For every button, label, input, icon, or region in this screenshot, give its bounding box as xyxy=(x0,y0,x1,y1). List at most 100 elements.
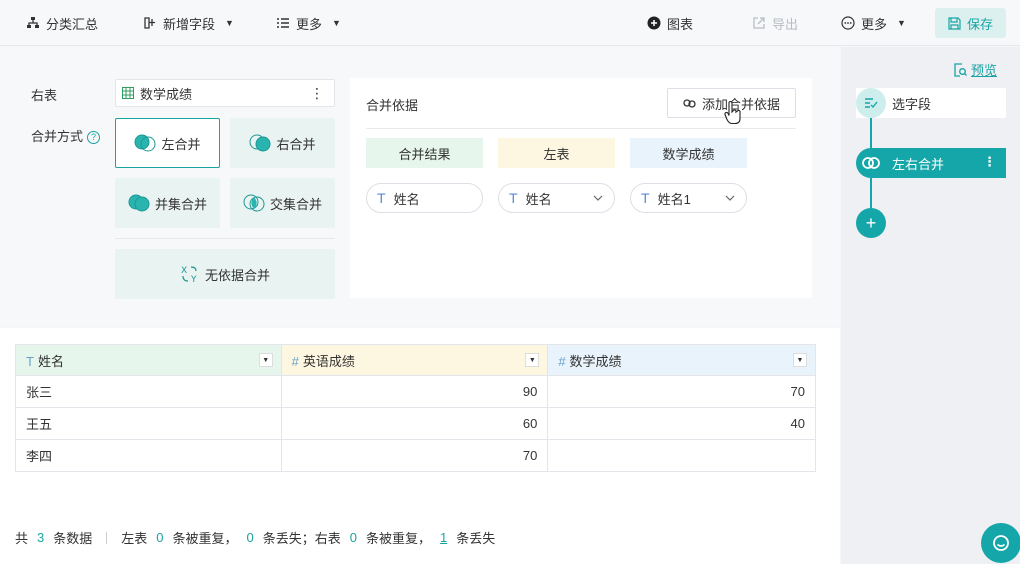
text-type-icon: T xyxy=(641,190,650,206)
summary-left-table: 左表 xyxy=(121,531,148,546)
steps-sidebar xyxy=(841,47,1020,564)
column-header-label: 英语成绩 xyxy=(302,353,355,369)
chart-label: 图表 xyxy=(667,16,694,32)
merge-result-field-value: 姓名 xyxy=(393,191,420,207)
step-left-right-merge[interactable]: 左右合并 ⋮ xyxy=(856,148,1006,178)
step-select-label: 选字段 xyxy=(892,96,932,112)
step-merge-label: 左右合并 xyxy=(892,156,945,172)
right-table-select[interactable]: 数学成绩 ⋮ xyxy=(115,79,335,107)
svg-text:X: X xyxy=(181,266,187,276)
basis-divider xyxy=(366,128,796,129)
table-cell[interactable]: 张三 xyxy=(15,375,282,408)
data-grid: T 姓名 ▼ # 英语成绩 ▼ # 数学成绩 ▼ 张三 90 70 王五 60 40 李四 … xyxy=(15,344,816,472)
left-table-column-header: 左表 xyxy=(498,138,615,168)
right-table-label: 右表 xyxy=(31,88,58,103)
preview-label: 预览 xyxy=(971,63,998,78)
add-field-button[interactable]: 新增字段 ▼ xyxy=(143,0,234,46)
column-header-label: 姓名 xyxy=(37,353,64,369)
dropdown-icon[interactable]: ▼ xyxy=(525,353,540,367)
union-merge-label: 并集合并 xyxy=(154,196,207,212)
toolbar: 分类汇总 新增字段 ▼ 更多 ▼ 图表 导出 更多 ▼ 保存 xyxy=(0,0,1020,46)
summary-total-suffix: 条数据 xyxy=(53,531,93,546)
intersect-merge-label: 交集合并 xyxy=(269,196,322,212)
summary-prefix: 共 xyxy=(15,531,29,546)
chevron-down-icon xyxy=(593,195,603,201)
chevron-down-icon xyxy=(725,195,735,201)
right-merge-icon xyxy=(249,134,271,152)
add-field-icon xyxy=(144,17,155,29)
table-cell[interactable]: 70 xyxy=(280,439,549,472)
export-button[interactable]: 导出 xyxy=(752,0,798,46)
intersect-merge-button[interactable]: 交集合并 xyxy=(230,178,335,228)
left-merge-icon xyxy=(134,134,156,152)
table-cell[interactable]: 王五 xyxy=(15,407,282,440)
text-type-icon: T xyxy=(26,353,34,369)
mode-divider xyxy=(115,238,335,239)
export-icon xyxy=(753,17,765,29)
group-summary-button[interactable]: 分类汇总 xyxy=(26,0,98,46)
column-header-name[interactable]: T 姓名 ▼ xyxy=(15,344,282,376)
right-merge-button[interactable]: 右合并 xyxy=(230,118,335,168)
preview-icon xyxy=(954,62,967,77)
union-merge-icon xyxy=(128,194,150,212)
no-basis-merge-button[interactable]: XY 无依据合并 xyxy=(115,249,335,299)
dropdown-icon[interactable]: ▼ xyxy=(793,353,807,367)
table-cell[interactable]: 40 xyxy=(547,407,816,440)
svg-text:Y: Y xyxy=(190,275,197,284)
table-row: 李四 70 xyxy=(15,439,816,472)
right-field-value: 姓名1 xyxy=(657,191,691,207)
table-cell[interactable]: 90 xyxy=(280,375,549,408)
caret-down-icon: ▼ xyxy=(332,18,341,28)
table-row: 王五 60 40 xyxy=(15,407,816,440)
no-basis-merge-icon: XY xyxy=(181,266,197,284)
table-cell[interactable]: 李四 xyxy=(15,439,282,472)
table-cell[interactable]: 60 xyxy=(280,407,549,440)
summary-divider xyxy=(106,531,108,544)
chat-icon xyxy=(993,535,1009,551)
save-icon xyxy=(948,16,961,30)
merge-summary: 共 3 条数据 左表 0 条被重复， 0 条丢失；右表 0 条被重复， 1 条丢… xyxy=(15,528,495,547)
more-left-button[interactable]: 更多 ▼ xyxy=(276,0,341,46)
plus-icon: + xyxy=(865,212,877,233)
left-merge-button[interactable]: 左合并 xyxy=(115,118,220,168)
table-cell[interactable]: 70 xyxy=(547,375,816,408)
more-left-label: 更多 xyxy=(296,16,323,32)
number-type-icon: # xyxy=(558,353,566,369)
merge-result-field-input[interactable]: T 姓名 xyxy=(366,183,483,213)
no-basis-merge-label: 无依据合并 xyxy=(204,267,270,283)
more-right-label: 更多 xyxy=(861,16,888,32)
kebab-menu-icon[interactable]: ⋮ xyxy=(983,154,996,170)
hand-cursor-icon xyxy=(724,101,741,125)
right-field-select[interactable]: T 姓名1 xyxy=(630,183,747,213)
add-step-button[interactable]: + xyxy=(856,208,886,238)
summary-dup-text: 条被重复， xyxy=(172,531,238,546)
summary-left-lost: 0 xyxy=(246,530,254,545)
help-icon[interactable]: ? xyxy=(87,130,101,144)
caret-down-icon: ▼ xyxy=(225,18,234,28)
preview-link[interactable]: 预览 xyxy=(953,60,997,79)
dropdown-icon[interactable]: ▼ xyxy=(258,353,273,367)
left-field-select[interactable]: T 姓名 xyxy=(498,183,615,213)
kebab-menu-icon[interactable]: ⋮ xyxy=(310,85,324,101)
column-header-english[interactable]: # 英语成绩 ▼ xyxy=(280,344,549,376)
summary-left-dup: 0 xyxy=(156,530,164,545)
number-type-icon: # xyxy=(291,353,299,369)
select-fields-icon xyxy=(856,88,886,118)
table-row: 张三 90 70 xyxy=(15,375,816,408)
merge-basis-title: 合并依据 xyxy=(366,98,419,113)
union-merge-button[interactable]: 并集合并 xyxy=(115,178,220,228)
column-header-math[interactable]: # 数学成绩 ▼ xyxy=(547,344,816,376)
step-select-fields[interactable]: 选字段 xyxy=(856,88,1006,118)
more-right-button[interactable]: 更多 ▼ xyxy=(841,0,906,46)
ellipsis-circle-icon xyxy=(841,16,855,30)
summary-right-lost[interactable]: 1 xyxy=(440,530,447,545)
summary-right-dup: 0 xyxy=(349,530,358,545)
chart-button[interactable]: 图表 xyxy=(647,0,693,46)
table-cell[interactable] xyxy=(547,439,816,472)
left-merge-label: 左合并 xyxy=(161,136,201,152)
add-field-label: 新增字段 xyxy=(163,16,216,32)
right-table-column-header: 数学成绩 xyxy=(630,138,747,168)
text-type-icon: T xyxy=(509,190,518,206)
chat-support-button[interactable] xyxy=(981,523,1020,563)
save-button[interactable]: 保存 xyxy=(935,8,1006,38)
